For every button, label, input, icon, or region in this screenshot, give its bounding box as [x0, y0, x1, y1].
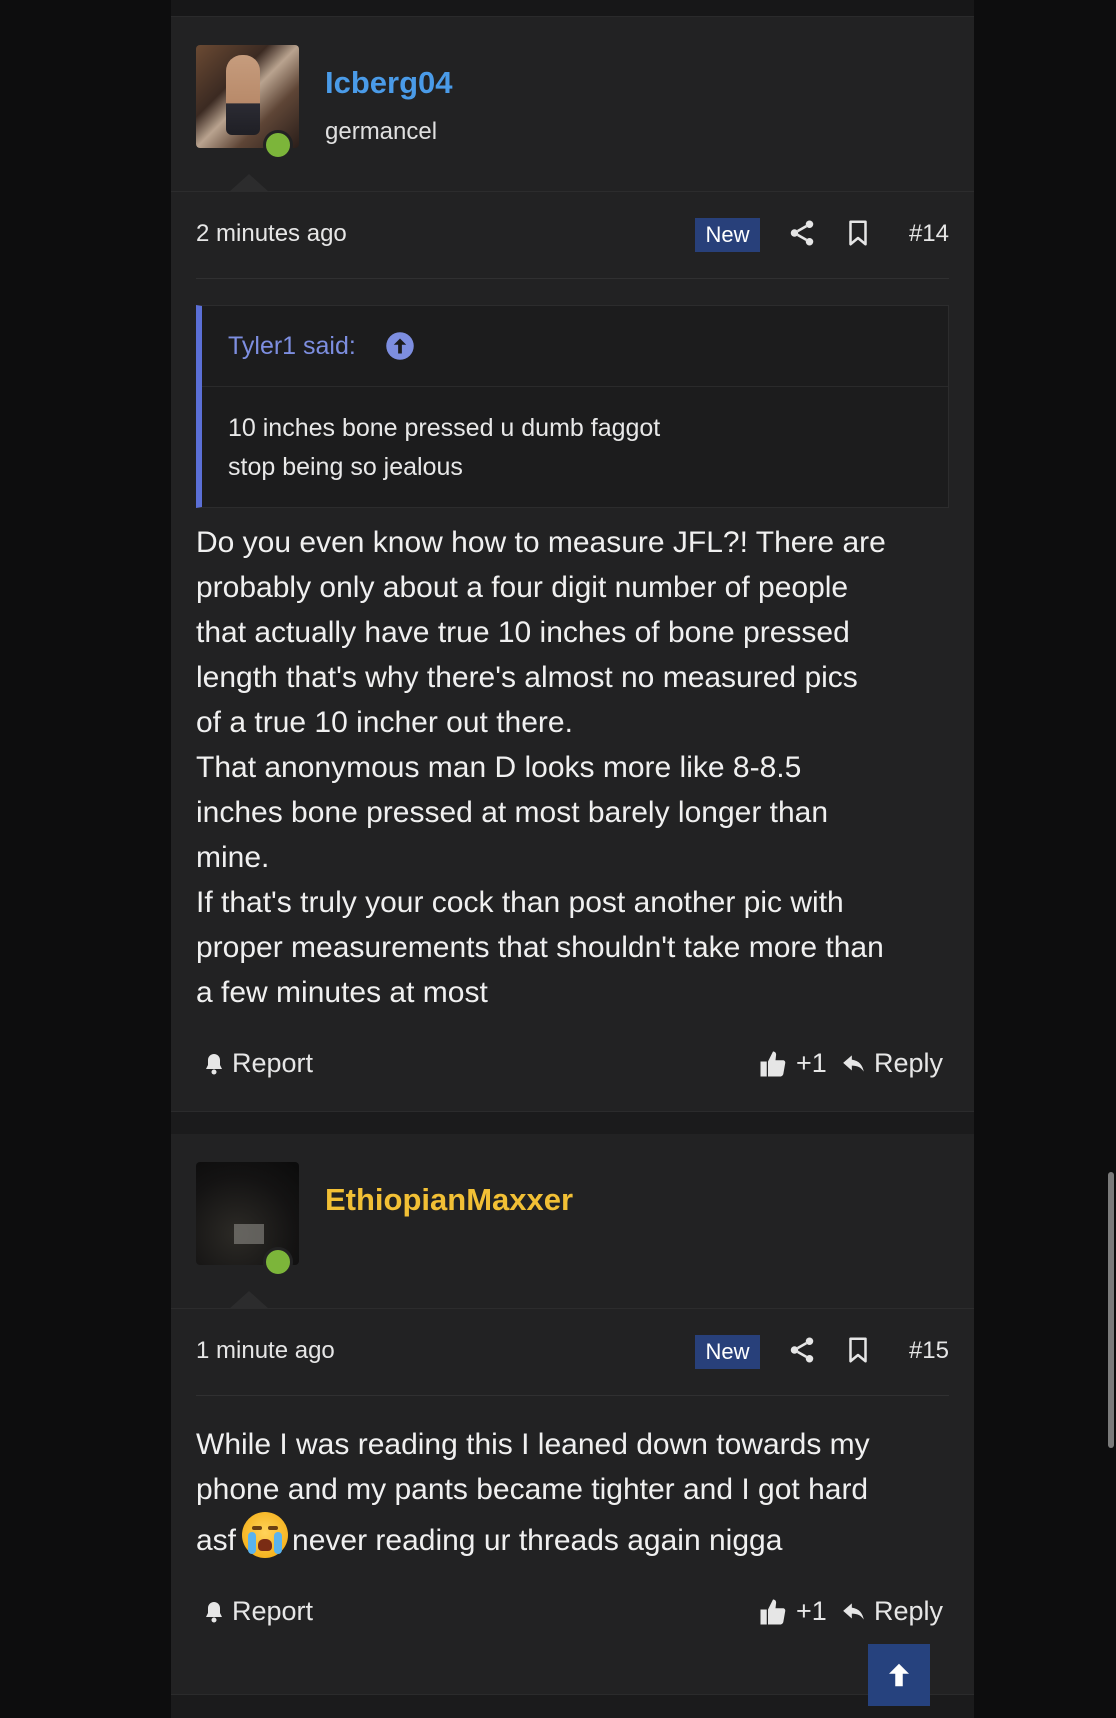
- post-header: Icberg04 germancel: [171, 17, 974, 192]
- online-status-dot: [263, 130, 293, 160]
- avatar-photo: [226, 55, 260, 135]
- thread-column: Icberg04 germancel 2 minutes ago New #14: [171, 0, 974, 1718]
- header-notch: [229, 1291, 269, 1309]
- quote-line: 10 inches bone pressed u dumb faggot: [228, 414, 661, 442]
- message-line: asf never reading ur threads again nigga: [196, 1512, 949, 1563]
- post-message: While I was reading this I leaned down t…: [171, 1396, 974, 1563]
- post-number[interactable]: #15: [909, 1337, 949, 1365]
- scroll-to-top-button[interactable]: [868, 1644, 930, 1706]
- previous-post-edge: [171, 0, 974, 17]
- bookmark-icon[interactable]: [843, 1335, 873, 1365]
- new-badge: New: [695, 218, 760, 252]
- username[interactable]: Icberg04: [325, 65, 453, 101]
- new-badge: New: [695, 1335, 760, 1369]
- report-label: Report: [232, 1048, 314, 1078]
- quote-header: Tyler1 said:: [202, 306, 948, 387]
- reply-arrow-icon: [843, 1054, 864, 1072]
- post-header: EthiopianMaxxer: [171, 1134, 974, 1309]
- post-meta: 2 minutes ago New #14: [196, 192, 949, 279]
- post-actions: Report +1 Reply: [196, 1563, 949, 1659]
- reply-button[interactable]: Reply: [840, 1048, 943, 1079]
- post-timestamp[interactable]: 1 minute ago: [196, 1337, 335, 1365]
- message-line: mine.: [196, 841, 270, 874]
- post-timestamp[interactable]: 2 minutes ago: [196, 220, 347, 248]
- post-meta: 1 minute ago New #15: [196, 1309, 949, 1396]
- message-line: inches bone pressed at most barely longe…: [196, 796, 829, 829]
- like-button[interactable]: +1: [758, 1596, 827, 1627]
- message-line: length that's why there's almost no meas…: [196, 661, 858, 694]
- post-gap: [171, 1112, 974, 1134]
- post-14: Icberg04 germancel 2 minutes ago New #14: [171, 17, 974, 1112]
- message-line: proper measurements that shouldn't take …: [196, 931, 884, 964]
- share-icon[interactable]: [787, 1335, 817, 1365]
- message-line: that actually have true 10 inches of bon…: [196, 616, 850, 649]
- thumbs-up-icon: [760, 1599, 786, 1624]
- arrow-up-icon: [889, 1663, 909, 1687]
- thumbs-up-icon: [760, 1051, 786, 1076]
- message-line: probably only about a four digit number …: [196, 571, 849, 604]
- share-icon[interactable]: [787, 218, 817, 248]
- message-line: While I was reading this I leaned down t…: [196, 1428, 870, 1461]
- post-15: EthiopianMaxxer 1 minute ago New #15 Whi…: [171, 1134, 974, 1695]
- quote-body: 10 inches bone pressed u dumb faggot sto…: [202, 387, 948, 507]
- page: Icberg04 germancel 2 minutes ago New #14: [0, 0, 1116, 1718]
- reply-label: Reply: [874, 1596, 944, 1626]
- bookmark-icon[interactable]: [843, 218, 873, 248]
- bell-icon: [206, 1601, 222, 1622]
- message-text: never reading ur threads again nigga: [292, 1524, 783, 1557]
- message-line: a few minutes at most: [196, 976, 488, 1009]
- like-count: +1: [796, 1596, 827, 1626]
- message-text: asf: [196, 1524, 237, 1557]
- reply-button[interactable]: Reply: [840, 1596, 943, 1627]
- message-line: If that's truly your cock than post anot…: [196, 886, 844, 919]
- header-notch: [229, 174, 269, 192]
- like-button[interactable]: +1: [758, 1048, 827, 1079]
- avatar-photo: [234, 1224, 264, 1244]
- loudly-crying-face-icon: [242, 1512, 289, 1558]
- scrollbar[interactable]: [1108, 1172, 1114, 1448]
- quote-line: stop being so jealous: [228, 453, 463, 481]
- online-status-dot: [263, 1247, 293, 1277]
- bell-icon: [206, 1053, 222, 1074]
- post-actions: Report +1 Reply: [196, 1015, 949, 1111]
- username[interactable]: EthiopianMaxxer: [325, 1182, 573, 1218]
- reply-arrow-icon: [843, 1602, 864, 1620]
- report-button[interactable]: Report: [202, 1596, 313, 1627]
- post-message: Do you even know how to measure JFL?! Th…: [171, 508, 974, 1015]
- message-line: Do you even know how to measure JFL?! Th…: [196, 526, 886, 559]
- message-line: of a true 10 incher out there.: [196, 706, 573, 739]
- message-line: phone and my pants became tighter and I …: [196, 1473, 869, 1506]
- report-button[interactable]: Report: [202, 1048, 313, 1079]
- user-title: germancel: [325, 118, 438, 145]
- post-number[interactable]: #14: [909, 220, 949, 248]
- message-line: That anonymous man D looks more like 8-8…: [196, 751, 802, 784]
- quote-block: Tyler1 said: 10 inches bone pressed u du…: [196, 305, 949, 508]
- arrow-up-circle-icon[interactable]: [385, 331, 415, 361]
- reply-label: Reply: [874, 1048, 944, 1078]
- quote-author[interactable]: Tyler1 said:: [228, 332, 356, 361]
- report-label: Report: [232, 1596, 314, 1626]
- like-count: +1: [796, 1048, 827, 1078]
